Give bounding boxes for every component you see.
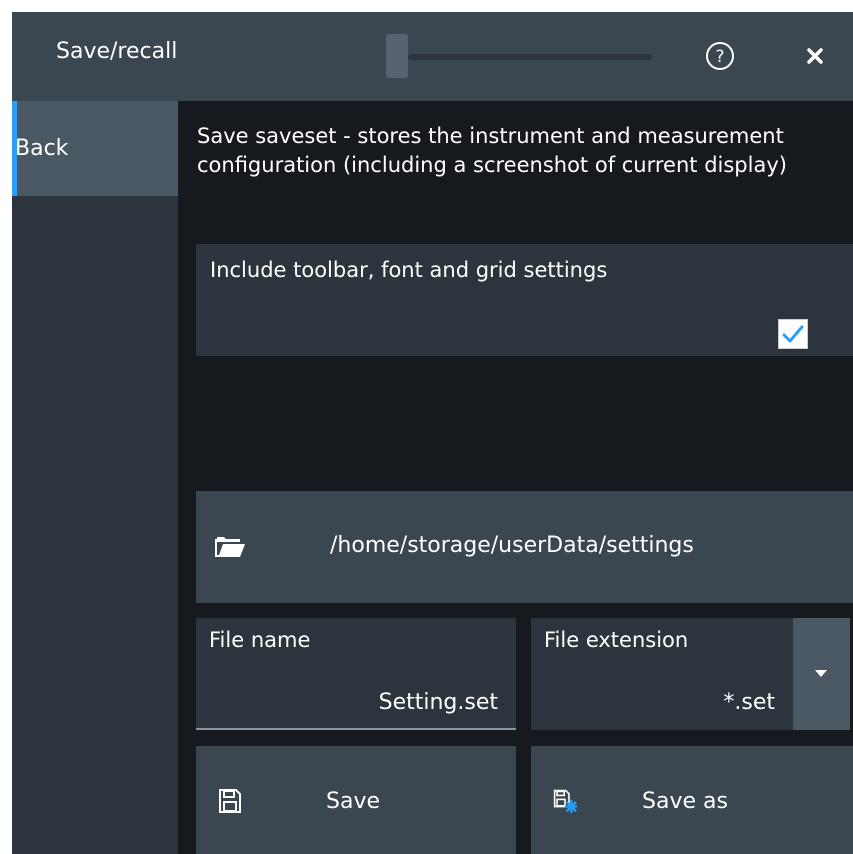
file-name-field[interactable]: File name Setting.set (196, 618, 516, 730)
file-name-label: File name (209, 628, 311, 652)
file-name-underline (196, 728, 516, 730)
dialog-title: Save/recall (56, 39, 178, 64)
folder-open-icon (215, 537, 245, 557)
triangle-down-icon (815, 670, 827, 677)
floppy-disk-asterisk-icon (553, 789, 577, 814)
file-name-value[interactable]: Setting.set (379, 690, 498, 715)
title-bar: Save/recall ? (12, 12, 853, 101)
file-extension-label: File extension (544, 628, 689, 652)
sidebar-item-back[interactable]: Back (12, 101, 178, 196)
transparency-slider-track[interactable] (408, 54, 652, 60)
saveset-description: Save saveset - stores the instrument and… (197, 124, 787, 177)
help-button[interactable]: ? (705, 41, 735, 71)
include-settings-option[interactable]: Include toolbar, font and grid settings (196, 244, 853, 356)
folder-path-selector[interactable]: /home/storage/userData/settings (196, 491, 853, 603)
include-settings-checkbox[interactable] (778, 319, 808, 349)
folder-path: /home/storage/userData/settings (330, 533, 694, 558)
file-extension-dropdown-button[interactable] (793, 618, 850, 730)
svg-text:?: ? (715, 47, 724, 67)
save-as-button[interactable]: Save as (531, 746, 853, 854)
checkmark-icon (782, 325, 804, 343)
help-icon: ? (706, 42, 734, 70)
transparency-slider-thumb[interactable] (386, 34, 408, 78)
sidebar-item-label: Back (15, 136, 69, 161)
save-button[interactable]: Save (196, 746, 516, 854)
save-button-label: Save (326, 789, 381, 814)
save-recall-dialog: Save/recall ? Back Save saveset - stores… (12, 12, 853, 854)
close-button[interactable] (800, 41, 830, 71)
file-extension-field[interactable]: File extension *.set (531, 618, 793, 730)
sidebar: Back (12, 101, 178, 854)
file-extension-value: *.set (723, 690, 775, 715)
floppy-disk-icon (219, 789, 241, 813)
include-settings-label: Include toolbar, font and grid settings (210, 258, 608, 282)
close-icon (807, 48, 823, 64)
save-as-button-label: Save as (642, 789, 728, 814)
